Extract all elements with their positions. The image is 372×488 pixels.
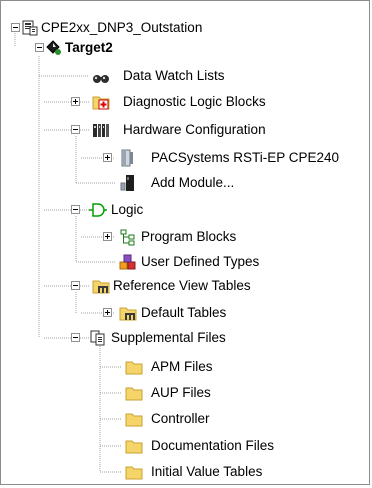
tree-item-label-diagnostic-logic-blocks: Diagnostic Logic Blocks [123,94,266,109]
target-icon [45,39,63,57]
expand-toggle-program-blocks[interactable] [103,232,112,241]
documents-icon [89,329,107,347]
collapse-toggle-hardware-configuration[interactable] [71,125,80,134]
user-defined-types-icon [119,253,137,271]
program-blocks-icon [119,228,137,246]
collapse-toggle-logic[interactable] [71,205,80,214]
tree-item-label-user-defined-types: User Defined Types [141,254,260,269]
tree-item-program-blocks[interactable]: Program Blocks [1,227,301,247]
tree-item-label-data-watch-lists: Data Watch Lists [123,68,225,83]
tree-item-data-watch-lists[interactable]: Data Watch Lists [1,66,301,86]
expand-toggle-pacsystems-cpu[interactable] [103,153,112,162]
tree-item-diagnostic-logic-blocks[interactable]: Diagnostic Logic Blocks [1,92,321,112]
tree-item-label-pacsystems-cpu: PACSystems RSTi-EP CPE240 [151,150,340,165]
folder-icon [125,410,143,428]
tree-item-aup-files[interactable]: AUP Files [1,383,301,403]
tree-item-supplemental-files[interactable]: Supplemental Files [1,328,301,348]
tree-item-initial-value-tables[interactable]: Initial Value Tables [1,462,321,482]
tree-item-controller[interactable]: Controller [1,409,301,429]
tree-item-label-documentation-files: Documentation Files [151,438,275,453]
glasses-icon [92,68,110,86]
folder-icon [125,463,143,481]
tree-item-label-controller: Controller [151,411,210,426]
tree-item-add-module[interactable]: Add Module... [1,173,301,193]
tree-item-pacsystems-cpu[interactable]: PACSystems RSTi-EP CPE240 [1,148,372,168]
expand-toggle-diagnostic-logic-blocks[interactable] [71,97,80,106]
logic-gate-icon [89,201,107,219]
tree-item-apm-files[interactable]: APM Files [1,357,301,377]
collapse-toggle-supplemental-files[interactable] [71,333,80,342]
folder-icon [125,437,143,455]
tree-item-label-default-tables: Default Tables [141,305,227,320]
tree-item-hardware-configuration[interactable]: Hardware Configuration [1,120,321,140]
folder-icon [125,384,143,402]
tree-item-default-tables[interactable]: Default Tables [1,303,301,323]
project-tree-panel: CPE2xx_DNP3_Outstation Target2 Data Watc… [0,0,370,485]
project-icon [21,19,39,37]
hardware-rack-icon [92,121,110,139]
table-folder-icon [119,304,137,322]
tree-item-label-supplemental-files: Supplemental Files [111,330,226,345]
tree-item-label-target: Target2 [65,40,113,55]
tree-item-label-reference-view-tables: Reference View Tables [113,278,251,293]
tree-item-project[interactable]: CPE2xx_DNP3_Outstation [1,18,301,38]
add-module-icon [119,174,137,192]
tree-item-target[interactable]: Target2 [1,38,301,58]
table-folder-icon [92,277,110,295]
tree-item-label-logic: Logic [111,202,144,217]
tree-item-logic[interactable]: Logic [1,200,301,220]
cpu-module-icon [119,149,137,167]
tree-item-documentation-files[interactable]: Documentation Files [1,436,321,456]
folder-icon [125,358,143,376]
tree-item-reference-view-tables[interactable]: Reference View Tables [1,276,321,296]
tree-item-label-add-module: Add Module... [151,175,235,190]
collapse-toggle-project[interactable] [11,23,20,32]
diagnostic-folder-icon [92,93,110,111]
tree-item-label-hardware-configuration: Hardware Configuration [123,122,266,137]
collapse-toggle-reference-view-tables[interactable] [71,281,80,290]
expand-toggle-default-tables[interactable] [103,308,112,317]
tree-item-label-aup-files: AUP Files [151,385,211,400]
collapse-toggle-target[interactable] [35,43,44,52]
tree-item-label-project: CPE2xx_DNP3_Outstation [41,20,203,35]
tree-item-label-apm-files: APM Files [151,359,213,374]
tree-item-label-initial-value-tables: Initial Value Tables [151,464,263,479]
tree-item-user-defined-types[interactable]: User Defined Types [1,252,321,272]
tree-item-label-program-blocks: Program Blocks [141,229,237,244]
